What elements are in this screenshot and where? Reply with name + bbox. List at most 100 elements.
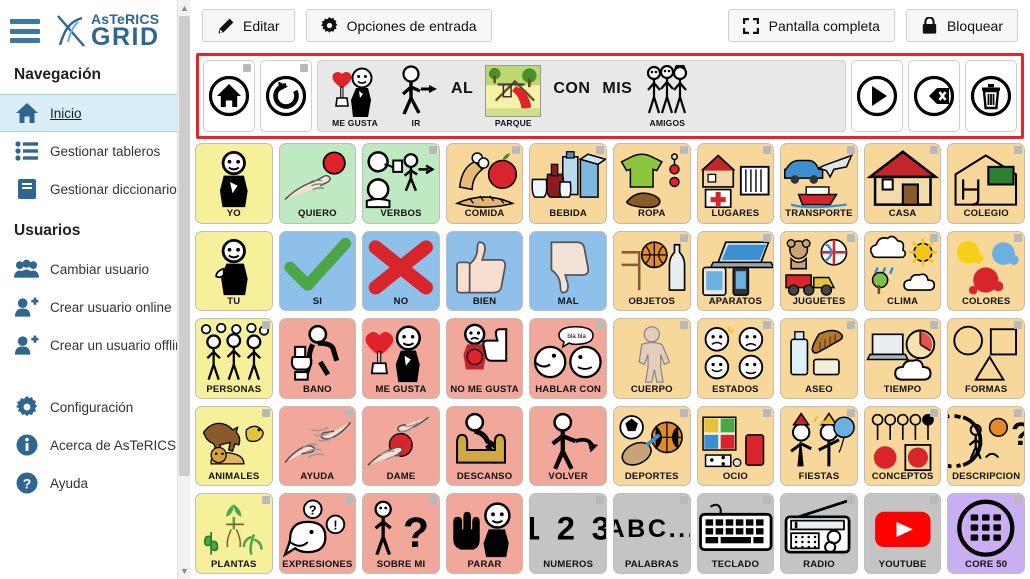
grid-cell-me-gusta[interactable]: ME GUSTA bbox=[362, 318, 440, 399]
collected-word[interactable]: AL bbox=[446, 64, 478, 128]
undo-button[interactable] bbox=[260, 60, 312, 132]
grid-cell-ayuda[interactable]: AYUDA bbox=[278, 405, 357, 487]
grid-cell-colores[interactable]: COLORES bbox=[947, 230, 1025, 312]
grid-cell-descripción[interactable]: ? DESCRIPCIÓN bbox=[947, 405, 1025, 487]
grid-cell-comida[interactable]: COMIDA bbox=[445, 143, 524, 224]
thumbs-down-pictogram bbox=[530, 232, 606, 297]
fullscreen-button[interactable]: Pantalla completa bbox=[727, 9, 895, 42]
grid-cell-ocio[interactable]: OCIO bbox=[696, 405, 775, 487]
concepts-pictogram bbox=[865, 407, 941, 472]
grid-cell-clima[interactable]: CLIMA bbox=[863, 230, 942, 312]
cell-corner-marker bbox=[930, 408, 939, 417]
grid-cell-animales[interactable]: ANIMALES bbox=[195, 405, 273, 487]
menu-icon[interactable] bbox=[10, 19, 40, 43]
grid-cell-tiempo[interactable]: TIEMPO bbox=[863, 318, 942, 399]
sidebar-item-cambiar-usuario[interactable]: Cambiar usuario bbox=[0, 250, 190, 288]
scroll-down-icon[interactable]: ▼ bbox=[178, 563, 190, 579]
grid-cell-objetos[interactable]: OBJETOS bbox=[612, 230, 691, 312]
sidebar-item-crear-usuario-online[interactable]: Crear usuario online bbox=[0, 288, 190, 326]
grid-cell-conceptos[interactable]: CONCEPTOS bbox=[863, 405, 942, 487]
grid-cell-bebida[interactable]: BEBIDA bbox=[529, 143, 607, 224]
grid-cell-bien[interactable]: BIEN bbox=[445, 230, 524, 312]
grid-cell-teclado[interactable]: TECLADO bbox=[696, 493, 775, 574]
cell-corner-marker bbox=[679, 496, 688, 505]
sidebar-item-gestionar-diccionarios[interactable]: Gestionar diccionarios bbox=[0, 170, 190, 208]
sidebar-item-gestionar-tableros[interactable]: Gestionar tableros bbox=[0, 132, 190, 170]
grid-cell-lugares[interactable]: LUGARES bbox=[696, 143, 775, 224]
grid-cell-hablar-con[interactable]: bla bla HABLAR CON bbox=[529, 318, 607, 399]
grid-cell-palabras[interactable]: ABC... PALABRAS bbox=[612, 493, 691, 574]
grid-cell-radio[interactable]: RADIO bbox=[780, 493, 858, 574]
grid-cell-tú[interactable]: TÚ bbox=[195, 230, 273, 312]
info-icon bbox=[14, 433, 39, 458]
grid-cell-label: OCIO bbox=[722, 472, 748, 483]
collected-word[interactable]: PARQUE bbox=[480, 64, 546, 128]
cell-corner-marker bbox=[595, 321, 604, 330]
collected-word-label: PARQUE bbox=[494, 118, 532, 128]
input-options-button[interactable]: Opciones de entrada bbox=[305, 9, 492, 42]
grid-cell-plantas[interactable]: PLANTAS bbox=[195, 493, 273, 574]
sidebar-item-acerca-de[interactable]: Acerca de AsTeRICS Grid bbox=[0, 426, 190, 464]
grid-cell-mal[interactable]: MAL bbox=[529, 230, 607, 312]
grid-cell-fiestas[interactable]: FIESTAS bbox=[780, 405, 858, 487]
grid-cell-cuerpo[interactable]: CUERPO bbox=[612, 318, 691, 399]
grid-cell-youtube[interactable]: YOUTUBE bbox=[863, 493, 942, 574]
grid-cell-casa[interactable]: CASA bbox=[863, 143, 942, 224]
grid-cell-volver[interactable]: VOLVER bbox=[529, 405, 607, 487]
grid-cell-aseo[interactable]: ASEO bbox=[780, 318, 858, 399]
grid-cell-no-me-gusta[interactable]: NO ME GUSTA bbox=[445, 318, 524, 399]
collected-word[interactable]: MIS bbox=[597, 64, 637, 128]
grid-cell-estados[interactable]: ESTADOS bbox=[696, 318, 775, 399]
grid-cell-aparatos[interactable]: APARATOS bbox=[696, 230, 775, 312]
grid-cell-quiero[interactable]: QUIERO bbox=[278, 143, 357, 224]
grid-cell-deportes[interactable]: DEPORTES bbox=[612, 405, 691, 487]
grid-cell-parar[interactable]: PARAR bbox=[445, 493, 524, 574]
like-heart-pictogram bbox=[329, 65, 381, 117]
grid-cell-sobre-mí[interactable]: ? SOBRE MÍ bbox=[362, 493, 440, 574]
radio-pictogram bbox=[781, 494, 857, 559]
scrollbar-thumb[interactable] bbox=[179, 16, 190, 476]
grid-cell-sí[interactable]: SÍ bbox=[278, 230, 357, 312]
collected-words-area[interactable]: ME GUSTA IR AL PARQUE CON MIS AMIGOS bbox=[317, 60, 846, 132]
asterics-logo-mark bbox=[57, 15, 85, 47]
grid-cell-dame[interactable]: DAME bbox=[362, 405, 440, 487]
grid-cell-colegio[interactable]: COLEGIO bbox=[947, 143, 1025, 224]
edit-button[interactable]: Editar bbox=[202, 9, 295, 42]
grid-cell-verbos[interactable]: VERBOS bbox=[362, 143, 440, 224]
lock-button[interactable]: Bloquear bbox=[905, 9, 1018, 42]
speak-button[interactable] bbox=[851, 60, 903, 132]
grid-cell-yo[interactable]: YO bbox=[195, 143, 273, 224]
collected-word-label: ME GUSTA bbox=[332, 118, 378, 128]
grid-cell-no[interactable]: NO bbox=[362, 230, 440, 312]
grid-cell-label: ANIMALES bbox=[208, 472, 260, 483]
scroll-up-icon[interactable]: ▲ bbox=[178, 0, 190, 16]
gear-icon bbox=[14, 395, 39, 420]
grid-cell-juguetes[interactable]: JUGUETES bbox=[780, 230, 858, 312]
grid-cell-descanso[interactable]: DESCANSO bbox=[445, 405, 524, 487]
clear-button[interactable] bbox=[965, 60, 1017, 132]
time-pictogram bbox=[865, 319, 941, 384]
sidebar-item-ayuda[interactable]: ? Ayuda bbox=[0, 464, 190, 502]
grid-cell-ropa[interactable]: ROPA bbox=[612, 143, 691, 224]
cell-corner-marker bbox=[1013, 146, 1022, 154]
grid-cell-transporte[interactable]: TRANSPORTE bbox=[780, 143, 858, 224]
grid-cell-expresiones[interactable]: ?! EXPRESIONES bbox=[278, 493, 357, 574]
collected-word[interactable]: ME GUSTA bbox=[324, 64, 386, 128]
grid-cell-baño[interactable]: BAÑO bbox=[278, 318, 357, 399]
sidebar-item-crear-usuario-offline[interactable]: Crear un usuario offline bbox=[0, 326, 190, 364]
grid-cell-números[interactable]: 1 2 3 NÚMEROS bbox=[529, 493, 607, 574]
collected-word[interactable]: AMIGOS bbox=[639, 64, 695, 128]
sidebar-item-inicio[interactable]: Inicio bbox=[0, 94, 190, 132]
grid-cell-core-50[interactable]: CORE 50 bbox=[947, 493, 1025, 574]
sidebar-scrollbar[interactable]: ▲ ▼ bbox=[177, 0, 190, 579]
sidebar-item-label: Crear un usuario offline bbox=[50, 337, 190, 353]
grid-cell-formas[interactable]: FORMAS bbox=[947, 318, 1025, 399]
backspace-button[interactable] bbox=[908, 60, 960, 132]
sidebar-item-configuracion[interactable]: Configuración bbox=[0, 388, 190, 426]
house-pictogram bbox=[865, 144, 941, 209]
grid-cell-label: SOBRE MÍ bbox=[376, 559, 426, 570]
collected-word[interactable]: IR bbox=[388, 64, 444, 128]
grid-cell-personas[interactable]: PERSONAS bbox=[195, 318, 273, 399]
home-button[interactable] bbox=[203, 60, 255, 132]
collected-word[interactable]: CON bbox=[548, 64, 595, 128]
